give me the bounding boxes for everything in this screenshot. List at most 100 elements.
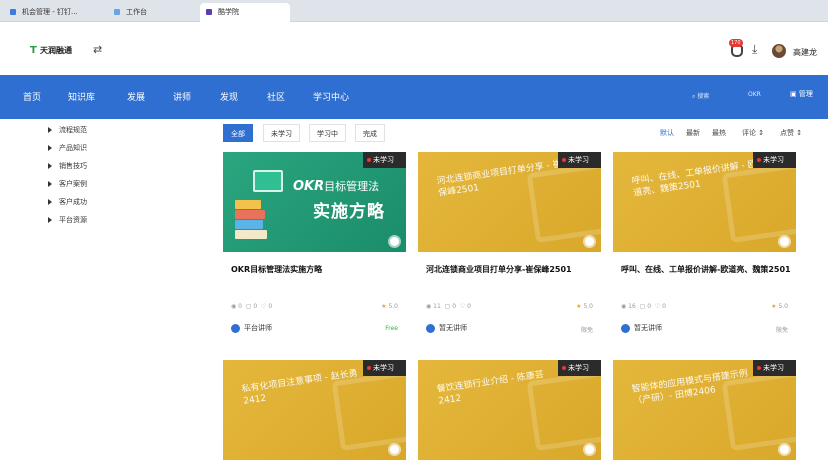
thumb-subtitle: 实施方略 xyxy=(313,202,385,222)
manage-icon: ▣ xyxy=(790,90,799,98)
course-stats: ◉ 0 ▢ 0 ♡ 0 xyxy=(231,303,273,310)
expand-arrow-icon xyxy=(48,127,52,133)
nav-item-community[interactable]: 社区 xyxy=(267,90,285,103)
sidebar-item-platform[interactable]: 平台资源 xyxy=(48,215,87,225)
expand-arrow-icon xyxy=(48,217,52,223)
sort-hottest[interactable]: 最热 xyxy=(712,128,726,138)
sidebar-item-label: 客户成功 xyxy=(59,198,87,206)
course-card[interactable]: 呼叫、在线、工单报价讲解 - 欧道亮、魏策2501 未学习 呼叫、在线、工单报价… xyxy=(613,152,796,334)
nav-okr[interactable]: OKR xyxy=(748,91,761,98)
sidebar-item-label: 客户案例 xyxy=(59,180,87,188)
filter-completed[interactable]: 完成 xyxy=(355,124,385,142)
star-icon: ★ xyxy=(381,303,387,310)
status-badge: 未学习 xyxy=(558,152,601,168)
sidebar-item-success[interactable]: 客户成功 xyxy=(48,197,87,207)
course-thumbnail[interactable]: 河北连锁商业项目打单分享 - 崔保峰2501 未学习 xyxy=(418,152,601,252)
course-stats: ◉ 16 ▢ 0 ♡ 0 xyxy=(621,303,666,310)
nav-item-discover[interactable]: 发现 xyxy=(220,90,238,103)
status-badge: 未学习 xyxy=(558,360,601,376)
app-header xyxy=(0,22,828,75)
sort-newest[interactable]: 最新 xyxy=(686,128,700,138)
course-card[interactable]: OKR目标管理法 实施方略 未学习 OKR目标管理法实施方略 ◉ 0 ▢ 0 ♡… xyxy=(223,152,406,333)
star-icon: ★ xyxy=(771,303,777,310)
user-icon xyxy=(231,323,240,333)
expand-arrow-icon xyxy=(48,145,52,151)
course-rating: ★ 5.0 xyxy=(381,303,398,310)
sort-default[interactable]: 默认 xyxy=(660,128,674,138)
gear-icon[interactable] xyxy=(780,445,789,454)
thumb-headline: OKR目标管理法 xyxy=(293,179,380,194)
course-card[interactable]: 河北连锁商业项目打单分享 - 崔保峰2501 未学习 河北连锁商业项目打单分享-… xyxy=(418,152,601,334)
course-rating: ★ 5.0 xyxy=(576,303,593,310)
search-label: 搜索 xyxy=(697,93,710,100)
user-icon xyxy=(426,323,435,333)
manage-label: 管理 xyxy=(798,90,813,98)
tab-label: 机会管理 - 钉钉... xyxy=(22,8,78,16)
gear-icon[interactable] xyxy=(585,445,594,454)
tab-favicon-icon xyxy=(206,9,212,15)
course-author: 暂无讲师 xyxy=(621,323,662,333)
browser-tab-kuxueyuan[interactable]: 酷学院 xyxy=(200,3,290,22)
nav-item-development[interactable]: 发展 xyxy=(127,90,145,103)
course-rating: ★ 5.0 xyxy=(771,303,788,310)
tab-label: 工作台 xyxy=(126,8,147,16)
course-price: 限免 xyxy=(580,327,593,334)
laptop-illustration xyxy=(253,170,283,192)
nav-item-home[interactable]: 首页 xyxy=(23,90,41,103)
course-thumbnail[interactable]: 智能体的应用模式与搭建示例（产研）- 田博2406 未学习 xyxy=(613,360,796,460)
filter-not-started[interactable]: 未学习 xyxy=(263,124,300,142)
browser-tab-workbench[interactable]: 工作台 xyxy=(108,3,196,22)
course-card[interactable]: 智能体的应用模式与搭建示例（产研）- 田博2406 未学习 xyxy=(613,360,796,464)
books-illustration xyxy=(235,200,275,240)
status-badge: 未学习 xyxy=(753,152,796,168)
status-badge: 未学习 xyxy=(363,152,406,168)
gear-icon[interactable] xyxy=(585,237,594,246)
logo-mark-icon: T xyxy=(30,45,37,56)
brand-name: 天润融通 xyxy=(40,46,72,55)
gear-icon[interactable] xyxy=(390,445,399,454)
course-price: Free xyxy=(385,325,398,332)
nav-manage[interactable]: ▣ 管理 xyxy=(790,89,813,99)
sidebar-item-label: 平台资源 xyxy=(59,216,87,224)
status-badge: 未学习 xyxy=(363,360,406,376)
switch-icon[interactable]: ⇄ xyxy=(93,43,102,56)
user-icon xyxy=(621,323,630,333)
sidebar-item-process[interactable]: 流程规范 xyxy=(48,125,87,135)
browser-tab-opportunity[interactable]: 机会管理 - 钉钉... xyxy=(4,3,104,22)
course-title[interactable]: 呼叫、在线、工单报价讲解-欧道亮、魏策2501 xyxy=(621,262,791,277)
gear-icon[interactable] xyxy=(390,237,399,246)
course-title[interactable]: OKR目标管理法实施方略 xyxy=(231,262,401,277)
main-nav: 首页 知识库 发展 讲师 发现 社区 学习中心 ⌕ 搜索 OKR ▣ 管理 xyxy=(0,75,828,119)
expand-arrow-icon xyxy=(48,163,52,169)
sidebar-item-product[interactable]: 产品知识 xyxy=(48,143,87,153)
sidebar-item-label: 销售技巧 xyxy=(59,162,87,170)
course-thumbnail[interactable]: 呼叫、在线、工单报价讲解 - 欧道亮、魏策2501 未学习 xyxy=(613,152,796,252)
tab-label: 酷学院 xyxy=(218,8,239,16)
course-card[interactable]: 餐饮连锁行业介绍 - 陈康芸2412 未学习 xyxy=(418,360,601,464)
filter-in-progress[interactable]: 学习中 xyxy=(309,124,346,142)
nav-search[interactable]: ⌕ 搜索 xyxy=(692,91,709,101)
course-title[interactable]: 河北连锁商业项目打单分享-崔保峰2501 xyxy=(426,262,596,277)
nav-item-learning-center[interactable]: 学习中心 xyxy=(313,90,349,103)
course-thumbnail[interactable]: 私有化项目注意事项 - 赵长勇2412 未学习 xyxy=(223,360,406,460)
notification-badge: 170 xyxy=(729,39,743,47)
star-icon: ★ xyxy=(576,303,582,310)
sidebar-item-sales[interactable]: 销售技巧 xyxy=(48,161,87,171)
filter-all[interactable]: 全部 xyxy=(223,124,253,142)
download-icon[interactable]: ⤓ xyxy=(752,42,757,57)
sort-likes[interactable]: 点赞 ↕ xyxy=(780,128,802,138)
expand-arrow-icon xyxy=(48,199,52,205)
course-thumbnail[interactable]: 餐饮连锁行业介绍 - 陈康芸2412 未学习 xyxy=(418,360,601,460)
nav-item-lecturer[interactable]: 讲师 xyxy=(173,90,191,103)
course-stats: ◉ 11 ▢ 0 ♡ 0 xyxy=(426,303,471,310)
course-card[interactable]: 私有化项目注意事项 - 赵长勇2412 未学习 xyxy=(223,360,406,464)
avatar[interactable] xyxy=(772,44,786,58)
user-name[interactable]: 高建龙 xyxy=(793,47,817,58)
sidebar-item-cases[interactable]: 客户案例 xyxy=(48,179,87,189)
brand-logo[interactable]: T 天润融通 xyxy=(30,45,72,56)
gear-icon[interactable] xyxy=(780,237,789,246)
sort-comments[interactable]: 评论 ↕ xyxy=(742,128,764,138)
course-author: 平台讲师 xyxy=(231,323,272,333)
course-thumbnail[interactable]: OKR目标管理法 实施方略 未学习 xyxy=(223,152,406,252)
nav-item-knowledge[interactable]: 知识库 xyxy=(68,90,95,103)
